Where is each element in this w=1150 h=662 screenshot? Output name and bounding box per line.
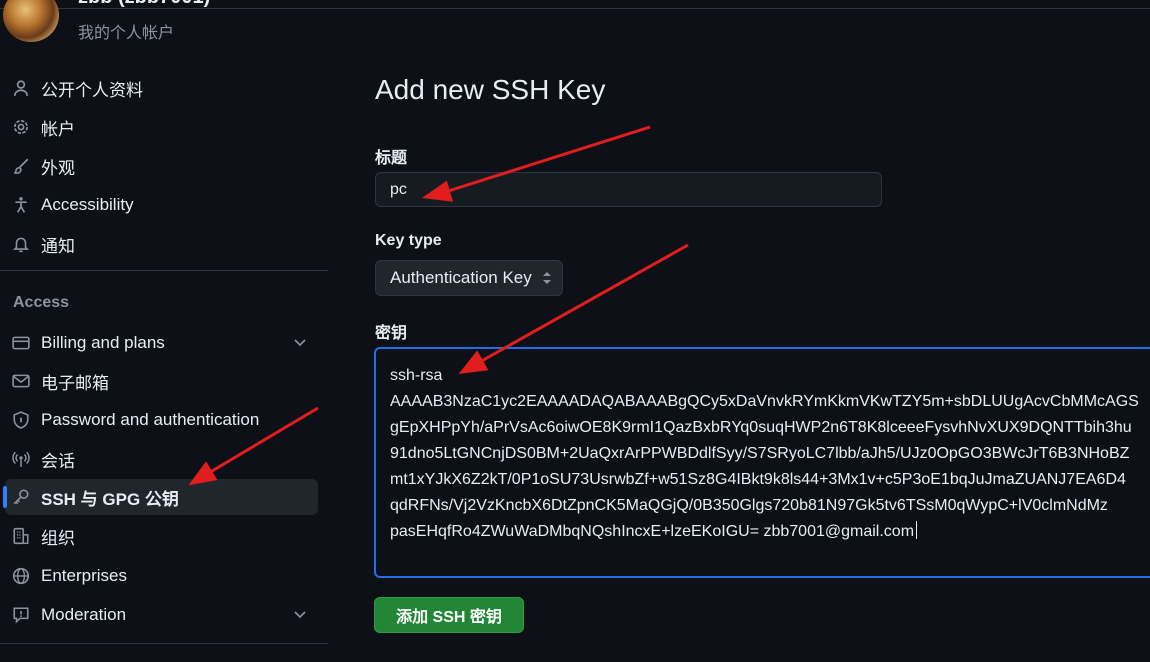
sidebar-item-label: 电子邮箱	[41, 373, 109, 393]
account-subtitle: 我的个人帐户	[78, 25, 175, 42]
chevron-down-icon[interactable]	[292, 334, 308, 355]
sidebar-item-ssh-gpg-keys[interactable]: SSH 与 GPG 公钥	[3, 479, 318, 515]
sidebar-item-billing[interactable]: Billing and plans	[5, 325, 318, 361]
sidebar-section-access: Access	[13, 294, 70, 311]
sidebar-item-moderation[interactable]: Moderation	[5, 597, 318, 633]
sidebar-item-label: 组织	[41, 528, 75, 548]
title-field-label: 标题	[375, 150, 408, 167]
sidebar-item-label: Enterprises	[41, 566, 127, 585]
key-line: 91dno5LtGNCnjDS0BM+2UaQxrArPPWBDdlfSyy/S…	[390, 445, 1130, 462]
sidebar-item-notifications[interactable]: 通知	[5, 226, 318, 262]
sidebar-item-sessions[interactable]: 会话	[5, 441, 318, 477]
key-line: ssh-rsa	[390, 367, 443, 384]
key-title-input[interactable]	[375, 172, 882, 207]
sidebar-item-label: 公开个人资料	[41, 80, 143, 100]
sidebar-item-accessibility[interactable]: Accessibility	[5, 187, 318, 223]
sidebar-item-label: 通知	[41, 236, 75, 256]
active-indicator	[3, 486, 7, 508]
sidebar-item-public-profile[interactable]: 公开个人资料	[5, 70, 318, 106]
key-line-last: pasEHqfRo4ZWuWaDMbqNQshIncxE+lzeEKoIGU= …	[390, 519, 1150, 545]
sidebar-item-appearance[interactable]: 外观	[5, 148, 318, 184]
key-line: AAAAB3NzaC1yc2EAAAADAQABAAABgQCy5xDaVnvk…	[390, 393, 1139, 410]
key-icon	[11, 487, 31, 507]
sidebar-item-emails[interactable]: 电子邮箱	[5, 363, 318, 399]
sidebar-item-label: 外观	[41, 158, 75, 178]
sidebar-item-password-auth[interactable]: Password and authentication	[5, 402, 318, 438]
sidebar-item-label: 会话	[41, 451, 75, 471]
key-type-selected-value: Authentication Key	[390, 268, 532, 287]
mail-icon	[11, 371, 31, 391]
key-field-label: 密钥	[375, 325, 408, 342]
key-line: gEpXHPpYh/aPrVsAc6oiwOE8K9rmI1QazBxbRYq0…	[390, 419, 1132, 436]
paintbrush-icon	[11, 156, 31, 176]
sidebar-item-label: Billing and plans	[41, 333, 165, 352]
key-line: pasEHqfRo4ZWuWaDMbqNQshIncxE+lzeEKoIGU= …	[390, 523, 915, 540]
credit-card-icon	[11, 333, 31, 353]
key-textarea[interactable]: ssh-rsa AAAAB3NzaC1yc2EAAAADAQABAAABgQCy5…	[374, 347, 1150, 578]
bell-icon	[11, 234, 31, 254]
sidebar-divider	[0, 643, 328, 644]
broadcast-icon	[11, 449, 31, 469]
organization-icon	[11, 526, 31, 546]
text-cursor	[916, 521, 918, 539]
add-ssh-key-button[interactable]: 添加 SSH 密钥	[374, 597, 524, 633]
sidebar-item-label: Password and authentication	[41, 410, 260, 429]
avatar[interactable]	[3, 0, 59, 42]
key-type-label: Key type	[375, 232, 442, 249]
sidebar-item-organizations[interactable]: 组织	[5, 518, 318, 554]
report-icon	[11, 605, 31, 625]
sidebar-item-label: SSH 与 GPG 公钥	[41, 489, 179, 509]
sidebar-item-label: Moderation	[41, 605, 127, 624]
page-title: Add new SSH Key	[375, 74, 606, 105]
select-caret-icon	[541, 270, 553, 291]
sidebar-divider	[0, 270, 328, 271]
shield-lock-icon	[11, 410, 31, 430]
user-name: zbb (zbb7001)	[78, 0, 210, 9]
key-line: qdRFNs/Vj2VzKncbX6DtZpnCK5MaQGjQ/0B350Gl…	[390, 497, 1108, 514]
sidebar-item-enterprises[interactable]: Enterprises	[5, 558, 318, 594]
key-line: mt1xYJkX6Z2kT/0P1oSU73UsrwbZf+w51Sz8G4IB…	[390, 471, 1126, 488]
key-text: ssh-rsa AAAAB3NzaC1yc2EAAAADAQABAAABgQCy5…	[390, 363, 1150, 545]
sidebar-item-label: 帐户	[41, 119, 75, 139]
globe-icon	[11, 566, 31, 586]
accessibility-icon	[11, 195, 31, 215]
sidebar-item-account[interactable]: 帐户	[5, 109, 318, 145]
key-type-select[interactable]: Authentication Key	[375, 260, 563, 296]
person-icon	[11, 78, 31, 98]
chevron-down-icon[interactable]	[292, 606, 308, 627]
sidebar-item-label: Accessibility	[41, 195, 134, 214]
gear-icon	[11, 117, 31, 137]
